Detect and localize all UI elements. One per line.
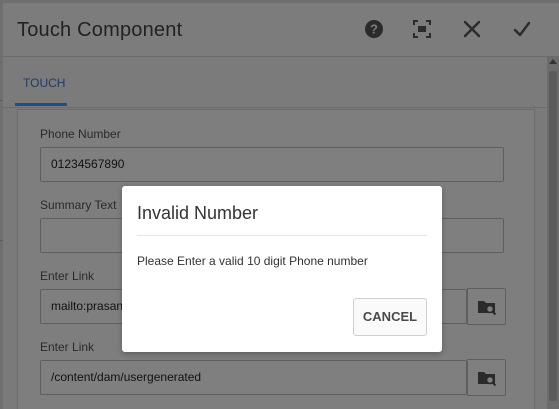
modal-divider — [137, 235, 427, 236]
dialog-header: Touch Component ? — [3, 3, 559, 57]
folder-search-icon — [478, 301, 497, 316]
phone-number-input[interactable]: 01234567890 — [40, 147, 504, 182]
invalid-number-modal: Invalid Number Please Enter a valid 10 d… — [122, 186, 442, 352]
browse-path-button[interactable] — [467, 359, 506, 396]
cancel-button[interactable]: CANCEL — [353, 298, 427, 336]
modal-title: Invalid Number — [137, 203, 259, 223]
tab-touch[interactable]: TOUCH — [15, 57, 73, 105]
enter-link-input[interactable]: /content/dam/usergenerated — [40, 360, 467, 395]
browse-path-button[interactable] — [467, 288, 506, 325]
svg-text:?: ? — [370, 22, 378, 37]
close-icon[interactable] — [462, 19, 484, 41]
scroll-thumb[interactable] — [549, 71, 557, 401]
folder-search-icon — [478, 372, 497, 387]
help-icon[interactable]: ? — [364, 19, 386, 41]
enter-link-label: Enter Link — [40, 269, 95, 283]
tab-bar: TOUCH — [3, 57, 547, 108]
dialog-title: Touch Component — [17, 19, 183, 41]
phone-number-label: Phone Number — [40, 127, 121, 141]
scrollbar[interactable] — [547, 57, 559, 409]
summary-text-label: Summary Text — [40, 198, 117, 212]
enter-link-label: Enter Link — [40, 340, 95, 354]
scroll-up-icon[interactable] — [549, 59, 557, 64]
fullscreen-icon[interactable] — [412, 19, 434, 41]
check-icon[interactable] — [512, 19, 534, 41]
modal-message: Please Enter a valid 10 digit Phone numb… — [137, 254, 368, 268]
active-tab-indicator — [15, 103, 67, 106]
